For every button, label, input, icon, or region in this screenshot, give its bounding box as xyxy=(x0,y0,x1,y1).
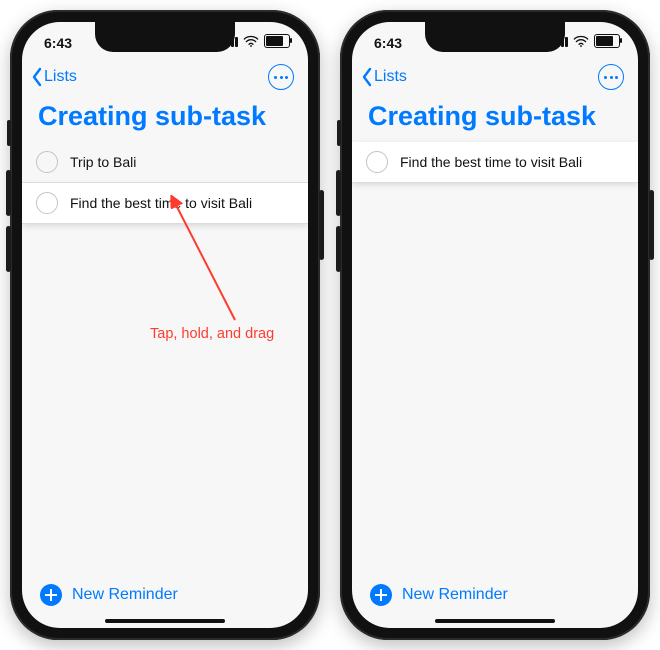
new-reminder-button[interactable]: New Reminder xyxy=(352,584,638,614)
silence-switch[interactable] xyxy=(7,120,11,146)
chevron-left-icon xyxy=(360,67,374,87)
battery-icon xyxy=(594,34,620,48)
more-button[interactable] xyxy=(598,64,624,90)
wifi-icon xyxy=(573,35,589,47)
volume-down-button[interactable] xyxy=(6,226,11,272)
ellipsis-icon xyxy=(604,76,607,79)
checkbox[interactable] xyxy=(366,151,388,173)
reminder-label: Find the best time to visit Bali xyxy=(400,154,582,170)
reminder-list: Trip to Bali Find the best time to visit… xyxy=(22,142,308,224)
power-button[interactable] xyxy=(649,190,654,260)
new-reminder-label: New Reminder xyxy=(72,586,178,604)
home-indicator[interactable] xyxy=(105,619,225,623)
back-label: Lists xyxy=(44,68,77,86)
reminder-row-dragging[interactable]: Find the best time to visit Bali xyxy=(22,183,308,224)
phone-after: 6:43 Lists Creating sub-task xyxy=(340,10,650,640)
back-button[interactable]: Lists xyxy=(360,67,407,87)
battery-icon xyxy=(264,34,290,48)
reminder-label: Trip to Bali xyxy=(70,154,136,170)
plus-circle-icon xyxy=(370,584,392,606)
checkbox[interactable] xyxy=(36,151,58,173)
volume-down-button[interactable] xyxy=(336,226,341,272)
more-button[interactable] xyxy=(268,64,294,90)
new-reminder-button[interactable]: New Reminder xyxy=(22,584,308,614)
phone-before: 6:43 Lists Creating sub-task xyxy=(10,10,320,640)
power-button[interactable] xyxy=(319,190,324,260)
reminder-row[interactable]: Trip to Bali xyxy=(22,142,308,183)
plus-circle-icon xyxy=(40,584,62,606)
status-time: 6:43 xyxy=(374,35,402,51)
page-title: Creating sub-task xyxy=(22,98,308,142)
home-indicator[interactable] xyxy=(435,619,555,623)
notch xyxy=(95,22,235,52)
silence-switch[interactable] xyxy=(337,120,341,146)
volume-up-button[interactable] xyxy=(336,170,341,216)
reminder-list: Find the best time to visit Bali xyxy=(352,142,638,183)
back-button[interactable]: Lists xyxy=(30,67,77,87)
reminder-row-dragging[interactable]: Find the best time to visit Bali xyxy=(352,142,638,183)
new-reminder-label: New Reminder xyxy=(402,586,508,604)
reminder-label: Find the best time to visit Bali xyxy=(70,195,252,211)
notch xyxy=(425,22,565,52)
back-label: Lists xyxy=(374,68,407,86)
status-time: 6:43 xyxy=(44,35,72,51)
volume-up-button[interactable] xyxy=(6,170,11,216)
page-title: Creating sub-task xyxy=(352,98,638,142)
wifi-icon xyxy=(243,35,259,47)
chevron-left-icon xyxy=(30,67,44,87)
checkbox[interactable] xyxy=(36,192,58,214)
ellipsis-icon xyxy=(274,76,277,79)
